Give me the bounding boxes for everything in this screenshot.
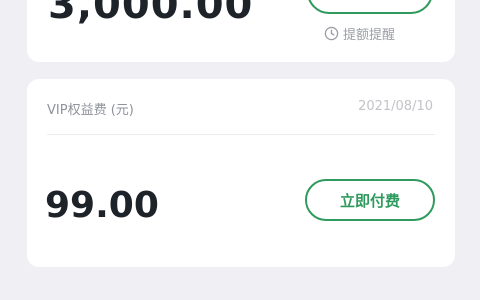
clock-icon — [324, 26, 339, 41]
vip-fee-title: VIP权益费 (元) — [47, 103, 134, 118]
limit-reminder-label: 提额提醒 — [343, 28, 396, 43]
vip-fee-amount: 99.00 — [45, 185, 159, 226]
vip-fee-card: VIP权益费 (元) 2021/08/10 99.00 立即付费 — [27, 79, 455, 267]
divider — [47, 134, 435, 135]
credit-amount: 3,000.00 — [48, 0, 254, 28]
vip-fee-date: 2021/08/10 — [358, 99, 433, 114]
top-action-button[interactable] — [307, 0, 433, 14]
limit-reminder-link[interactable]: 提额提醒 — [324, 24, 395, 43]
credit-card-panel: 3,000.00 提额提醒 — [27, 0, 455, 62]
pay-now-button[interactable]: 立即付费 — [305, 179, 435, 221]
